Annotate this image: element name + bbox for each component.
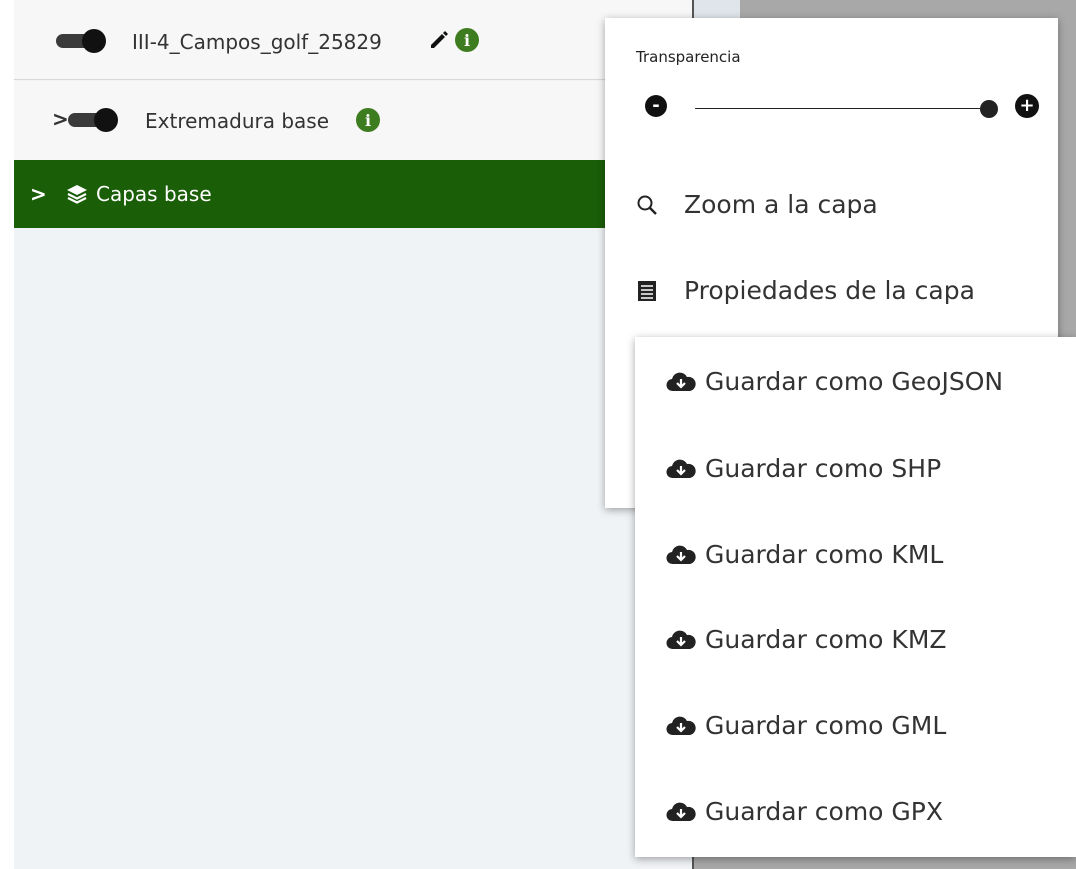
layer-properties-label: Propiedades de la capa — [684, 276, 975, 305]
save-gpx-item[interactable]: Guardar como GPX — [665, 797, 943, 826]
layers-icon — [66, 184, 88, 204]
info-icon[interactable]: i — [455, 28, 479, 52]
visibility-toggle[interactable] — [68, 108, 118, 132]
cloud-download-icon — [666, 459, 696, 478]
layer-group-capas-base[interactable]: > Capas base — [14, 160, 692, 228]
save-geojson-item[interactable]: Guardar como GeoJSON — [665, 367, 1003, 396]
layer-row-extremadura-base[interactable]: > Extremadura base i — [14, 81, 692, 160]
visibility-toggle[interactable] — [56, 29, 106, 53]
decrease-transparency-button[interactable]: - — [645, 95, 667, 117]
group-name: Capas base — [96, 182, 212, 206]
save-gml-item[interactable]: Guardar como GML — [665, 711, 946, 740]
save-kmz-item[interactable]: Guardar como KMZ — [665, 625, 947, 654]
cloud-download-icon — [666, 802, 696, 821]
layer-properties-item[interactable]: Propiedades de la capa — [636, 276, 975, 305]
layer-row-campos-golf[interactable]: III-4_Campos_golf_25829 i — [14, 0, 692, 80]
save-shp-item[interactable]: Guardar como SHP — [665, 454, 941, 483]
info-icon[interactable]: i — [356, 108, 380, 132]
chevron-right-icon[interactable]: > — [52, 107, 69, 131]
increase-transparency-button[interactable]: + — [1015, 94, 1039, 118]
save-geojson-label: Guardar como GeoJSON — [705, 367, 1004, 396]
save-kmz-label: Guardar como KMZ — [705, 625, 947, 654]
save-gml-label: Guardar como GML — [705, 711, 947, 740]
zoom-to-layer-label: Zoom a la capa — [684, 190, 878, 219]
save-kml-label: Guardar como KML — [705, 540, 944, 569]
save-shp-label: Guardar como SHP — [705, 454, 942, 483]
list-icon — [636, 280, 658, 302]
save-kml-item[interactable]: Guardar como KML — [665, 540, 943, 569]
transparency-slider-handle[interactable] — [980, 100, 998, 118]
cloud-download-icon — [666, 630, 696, 649]
pencil-icon[interactable] — [428, 28, 450, 50]
save-gpx-label: Guardar como GPX — [705, 797, 944, 826]
transparency-label: Transparencia — [636, 48, 741, 66]
transparency-slider-track[interactable] — [695, 108, 989, 109]
zoom-to-layer-item[interactable]: Zoom a la capa — [636, 190, 878, 219]
save-as-submenu: Guardar como GeoJSON Guardar como SHP Gu… — [635, 337, 1076, 857]
layer-name: Extremadura base — [145, 109, 330, 133]
search-icon — [636, 194, 658, 216]
chevron-right-icon[interactable]: > — [30, 182, 47, 206]
cloud-download-icon — [666, 716, 696, 735]
layer-tree-panel: III-4_Campos_golf_25829 i > Extremadura … — [14, 0, 692, 869]
layer-name: III-4_Campos_golf_25829 — [132, 30, 382, 54]
cloud-download-icon — [666, 372, 696, 391]
cloud-download-icon — [666, 545, 696, 564]
